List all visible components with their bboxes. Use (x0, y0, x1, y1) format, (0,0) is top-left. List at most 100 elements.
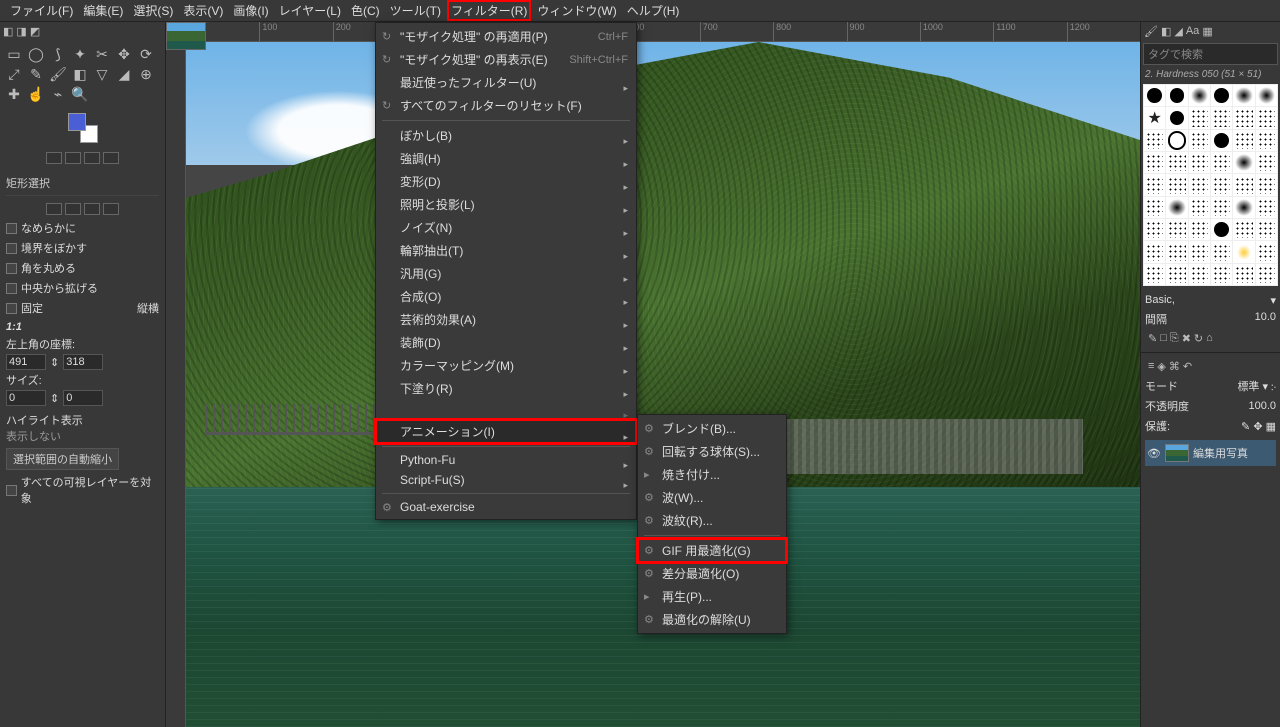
menubar-item[interactable]: ファイル(F) (6, 0, 77, 21)
brush-preset[interactable] (1233, 241, 1254, 262)
tool-lasso[interactable]: ⟆ (48, 45, 68, 63)
tool-clone[interactable]: ⊕ (136, 65, 156, 83)
menubar-item[interactable]: フィルター(R) (447, 0, 531, 21)
menu-item[interactable]: ↻すべてのフィルターのリセット(F) (376, 94, 636, 117)
brush-preset[interactable] (1166, 197, 1187, 218)
menu-item[interactable]: 照明と投影(L) (376, 193, 636, 216)
menu-item[interactable]: ▸焼き付け... (638, 463, 786, 486)
menu-item[interactable]: 輪郭抽出(T) (376, 239, 636, 262)
brush-preset[interactable] (1256, 130, 1277, 151)
tool-brush[interactable]: 🖌 (48, 65, 68, 83)
menubar-item[interactable]: ヘルプ(H) (623, 0, 684, 21)
tool-presets[interactable] (0, 149, 165, 167)
brush-preset[interactable] (1211, 219, 1232, 240)
brush-preset[interactable] (1233, 174, 1254, 195)
tag-search-input[interactable]: タグで検索 (1143, 43, 1278, 65)
brush-preset[interactable] (1256, 219, 1277, 240)
layer-name[interactable]: 編集用写真 (1193, 445, 1248, 461)
autoshrink-button[interactable]: 選択範囲の自動縮小 (6, 448, 119, 470)
menu-item[interactable]: ⚙回転する球体(S)... (638, 440, 786, 463)
brush-preset[interactable] (1233, 219, 1254, 240)
tool-gradient[interactable]: ◢ (114, 65, 134, 83)
brush-preset[interactable] (1211, 174, 1232, 195)
brush-preset[interactable] (1256, 85, 1277, 106)
menubar-item[interactable]: 表示(V) (179, 0, 227, 21)
brush-preset[interactable] (1166, 107, 1187, 128)
tool-crop[interactable]: ✂ (92, 45, 112, 63)
brush-actions[interactable]: ✎□⎘✖↻⌂ (1145, 329, 1276, 348)
brush-preset[interactable] (1144, 219, 1165, 240)
menu-item[interactable]: カラーマッピング(M) (376, 354, 636, 377)
brush-preset[interactable] (1189, 152, 1210, 173)
menu-item[interactable]: ノイズ(N) (376, 216, 636, 239)
brush-preset[interactable] (1144, 107, 1165, 128)
brush-preset[interactable] (1166, 219, 1187, 240)
all-layers-checkbox[interactable] (6, 485, 17, 496)
tool-rect-select[interactable]: ▭ (4, 45, 24, 63)
menu-item[interactable]: 合成(O) (376, 285, 636, 308)
brush-preset[interactable] (1166, 85, 1187, 106)
brush-preset[interactable] (1233, 264, 1254, 285)
brush-preset[interactable] (1166, 130, 1187, 151)
tool-eraser[interactable]: ◧ (70, 65, 90, 83)
menubar-item[interactable]: 色(C) (347, 0, 384, 21)
layers-tabs[interactable]: ≡◈⌘↶ (1145, 357, 1276, 376)
tool-move[interactable]: ✥ (114, 45, 134, 63)
brush-preset[interactable] (1211, 241, 1232, 262)
brush-preset[interactable] (1144, 174, 1165, 195)
menu-item[interactable]: ⚙最適化の解除(U) (638, 608, 786, 631)
menubar-item[interactable]: レイヤー(L) (275, 0, 345, 21)
brush-preset[interactable] (1211, 85, 1232, 106)
brush-preset[interactable] (1189, 85, 1210, 106)
brush-preset[interactable] (1144, 197, 1165, 218)
tool-zoom[interactable]: 🔍 (70, 85, 90, 103)
layer-row[interactable]: 👁 編集用写真 (1145, 440, 1276, 466)
dock-tabs[interactable]: ◧◨◩ (0, 22, 165, 41)
size-h-input[interactable] (63, 390, 103, 406)
menu-item[interactable] (376, 400, 636, 420)
brush-preset[interactable] (1233, 152, 1254, 173)
tool-mode-icons[interactable] (6, 200, 159, 218)
menu-item[interactable]: 強調(H) (376, 147, 636, 170)
menu-item[interactable]: ↻"モザイク処理" の再適用(P)Ctrl+F (376, 25, 636, 48)
tool-bucket[interactable]: ▽ (92, 65, 112, 83)
brush-preset[interactable] (1211, 130, 1232, 151)
menu-item[interactable]: 最近使ったフィルター(U) (376, 71, 636, 94)
menu-item[interactable]: Python-Fu (376, 450, 636, 470)
brush-preset[interactable] (1144, 264, 1165, 285)
menu-item[interactable]: 装飾(D) (376, 331, 636, 354)
brush-preset[interactable] (1144, 130, 1165, 151)
brush-preset[interactable] (1256, 241, 1277, 262)
tool-heal[interactable]: ✚ (4, 85, 24, 103)
brush-grid[interactable] (1143, 84, 1278, 286)
brush-preset[interactable] (1256, 264, 1277, 285)
menu-item[interactable]: ↻"モザイク処理" の再表示(E)Shift+Ctrl+F (376, 48, 636, 71)
brush-preset[interactable] (1166, 264, 1187, 285)
brush-preset[interactable] (1233, 85, 1254, 106)
tool-scale[interactable]: ⤢ (4, 65, 24, 83)
menu-item[interactable]: Script-Fu(S) (376, 470, 636, 490)
feather-checkbox[interactable] (6, 243, 17, 254)
menu-item[interactable]: ⚙GIF 用最適化(G) (638, 539, 786, 562)
pos-y-input[interactable] (63, 354, 103, 370)
menubar-item[interactable]: 選択(S) (129, 0, 177, 21)
ratio-field[interactable]: 1:1 (6, 318, 159, 336)
dock-tabs-right[interactable]: 🖌◧◢Aa▦ (1141, 22, 1280, 41)
menu-item[interactable]: 変形(D) (376, 170, 636, 193)
brush-preset[interactable] (1211, 152, 1232, 173)
brush-preset[interactable] (1189, 219, 1210, 240)
brush-preset[interactable] (1144, 85, 1165, 106)
brush-preset[interactable] (1211, 197, 1232, 218)
brush-preset[interactable] (1233, 197, 1254, 218)
round-checkbox[interactable] (6, 263, 17, 274)
brush-preset[interactable] (1189, 241, 1210, 262)
tool-fuzzy[interactable]: ✦ (70, 45, 90, 63)
brush-preset[interactable] (1189, 174, 1210, 195)
brush-preset[interactable] (1166, 152, 1187, 173)
brush-preset[interactable] (1256, 107, 1277, 128)
brush-preset[interactable] (1233, 107, 1254, 128)
pos-x-input[interactable] (6, 354, 46, 370)
menu-item[interactable]: 芸術的効果(A) (376, 308, 636, 331)
brush-preset[interactable] (1189, 107, 1210, 128)
tool-ellipse[interactable]: ◯ (26, 45, 46, 63)
